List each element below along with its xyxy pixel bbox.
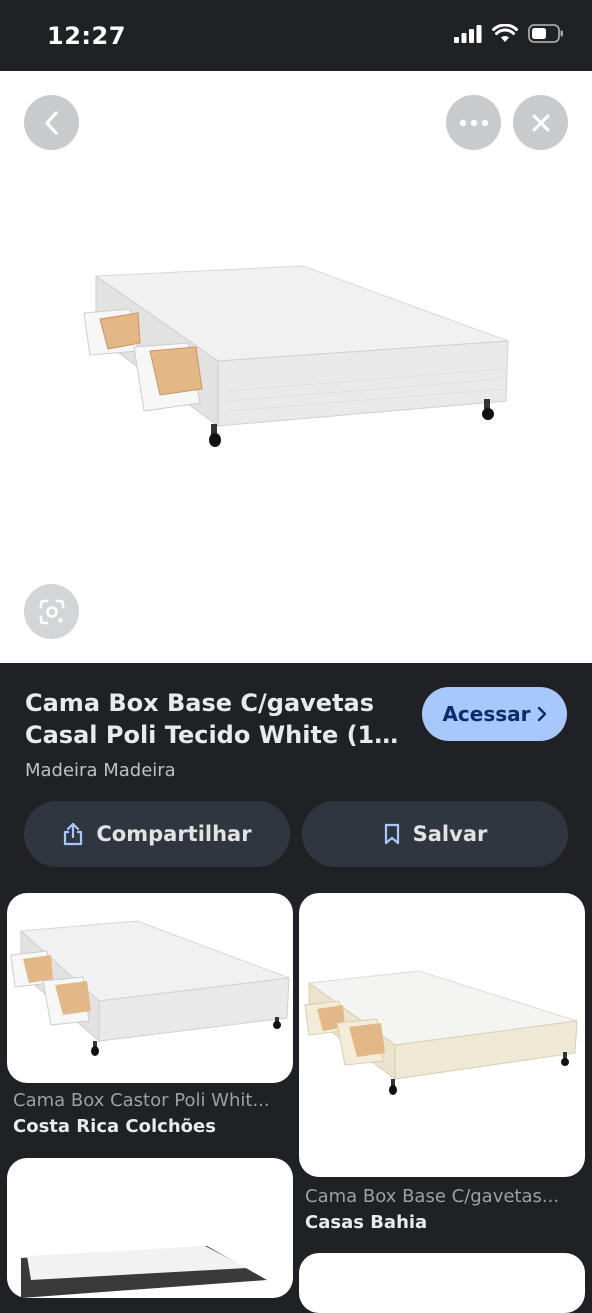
related-card-4-image[interactable] [299,1253,585,1313]
product-info-panel: Cama Box Base C/gavetas Casal Poli Tecid… [0,663,592,892]
product-title-line-2: Casal Poli Tecido White (138x... [25,721,410,749]
save-button-label: Salvar [412,822,488,846]
battery-icon [528,24,563,43]
back-button[interactable] [24,95,79,150]
save-button[interactable]: Salvar [302,801,568,867]
related-card-2-title[interactable]: Cama Box Base C/gavetas... [305,1186,575,1207]
share-icon [64,822,83,846]
wifi-icon [492,24,518,42]
related-card-3-image[interactable] [7,1158,293,1298]
share-button-label: Compartilhar [96,822,252,846]
lens-button[interactable] [24,584,79,639]
chevron-right-icon [537,706,546,722]
related-card-2-image[interactable] [299,893,585,1177]
product-title[interactable]: Cama Box Base C/gavetas Casal Poli Tecid… [25,687,410,751]
related-card-2-source: Casas Bahia [305,1212,428,1233]
signal-icon [454,24,482,43]
back-icon [44,110,58,135]
status-icons [454,24,564,43]
more-options-button[interactable] [446,95,501,150]
status-time: 12:27 [47,22,126,50]
related-product-image [10,920,290,1056]
share-button[interactable]: Compartilhar [24,801,290,867]
related-card-1-title[interactable]: Cama Box Castor Poli Whit... [13,1090,288,1111]
related-product-image [21,1246,267,1298]
image-viewer [0,71,592,663]
product-image[interactable] [78,251,518,551]
more-icon [459,119,488,126]
status-bar: 12:27 [0,0,592,71]
visit-button-label: Acessar [442,702,531,726]
close-icon [532,114,549,131]
lens-icon [39,599,64,624]
product-title-line-1: Cama Box Base C/gavetas [25,689,375,717]
related-card-1-source: Costa Rica Colchões [13,1116,216,1137]
bookmark-icon [384,823,399,845]
visit-button[interactable]: Acessar [422,687,567,741]
related-product-image [304,970,578,1095]
related-card-1-image[interactable] [7,893,293,1083]
product-source: Madeira Madeira [25,760,176,781]
close-button[interactable] [513,95,568,150]
